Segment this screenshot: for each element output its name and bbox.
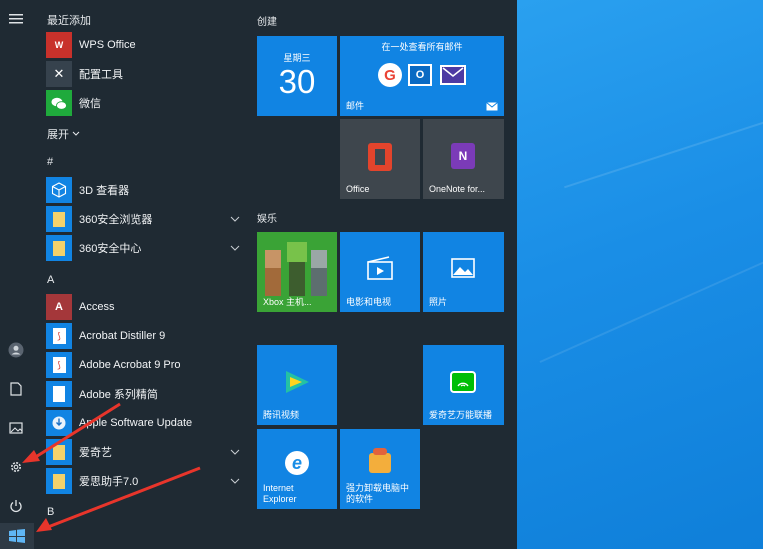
annotation-arrows: [22, 402, 201, 532]
